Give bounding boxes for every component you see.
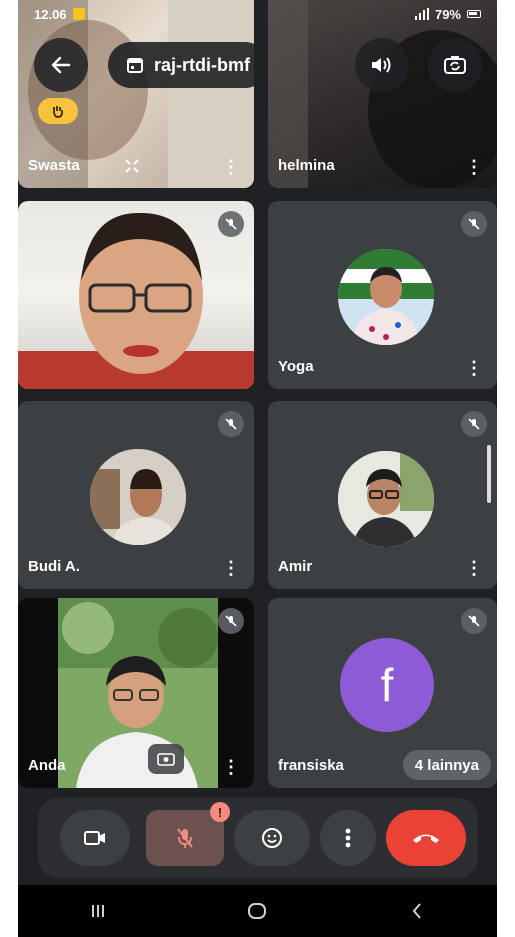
avatar-initial: f: [380, 659, 394, 711]
more-options-icon[interactable]: ⋮: [222, 758, 240, 776]
switch-camera-icon: [444, 56, 466, 74]
top-bar: raj-rtdi-bmf: [18, 38, 497, 92]
mic-off-icon: [177, 828, 193, 848]
more-vert-icon: [345, 828, 351, 848]
status-time: 12.06: [34, 6, 67, 22]
signal-icon: [414, 8, 429, 20]
home-icon: [248, 903, 267, 919]
participant-name: Anda: [28, 757, 66, 774]
muted-mic-badge: [218, 211, 244, 237]
camera-flip-icon: [157, 753, 175, 766]
participant-tile-self-preview[interactable]: [18, 201, 254, 389]
mic-off-icon: [468, 615, 480, 627]
participant-name: Yoga: [278, 358, 314, 375]
raised-hand-badge: [38, 98, 78, 124]
muted-mic-badge: [218, 608, 244, 634]
speaker-icon: [372, 57, 391, 73]
participant-name: Amir: [278, 558, 313, 575]
mic-off-icon: [468, 218, 480, 230]
muted-mic-badge: [218, 411, 244, 437]
mic-off-icon: [225, 615, 237, 627]
switch-self-camera-button[interactable]: [148, 744, 184, 774]
end-call-button[interactable]: [386, 810, 466, 866]
participant-avatar: [338, 451, 434, 547]
participant-avatar: [338, 249, 434, 345]
more-participants-chip[interactable]: 4 lainnya: [402, 750, 491, 780]
mic-off-icon: [468, 418, 480, 430]
switch-camera-button[interactable]: [428, 38, 482, 92]
more-options-icon[interactable]: ⋮: [222, 158, 240, 176]
back-nav-button[interactable]: [387, 891, 447, 931]
avatar-photo: [338, 249, 434, 345]
participant-name: helmina: [278, 157, 335, 174]
mic-toggle-button[interactable]: !: [146, 802, 230, 866]
arrow-left-icon: [51, 56, 71, 74]
battery-percent: 79%: [434, 6, 461, 22]
video-camera-icon: [84, 831, 105, 845]
meeting-code: raj-rtdi-bmf: [154, 54, 250, 75]
participant-tile-anda[interactable]: Anda ⋮: [18, 598, 254, 788]
mic-alert-badge: !: [210, 802, 230, 822]
emoji-icon: [262, 828, 282, 848]
participant-name: Budi A.: [28, 558, 80, 575]
recent-apps-button[interactable]: [68, 891, 128, 931]
participant-tile-yoga[interactable]: Yoga ⋮: [268, 201, 497, 389]
participant-avatar: f: [340, 638, 434, 732]
more-options-icon[interactable]: ⋮: [222, 559, 240, 577]
back-button[interactable]: [34, 38, 88, 92]
system-nav-bar: [18, 885, 497, 937]
scrollbar[interactable]: [487, 445, 491, 503]
avatar-photo: [338, 451, 434, 547]
avatar-photo: [90, 449, 186, 545]
more-options-icon[interactable]: ⋮: [465, 359, 483, 377]
status-bar: 12.06 79%: [18, 0, 497, 28]
reactions-button[interactable]: [234, 810, 310, 866]
participant-tile-fransiska[interactable]: f fransiska 4 lainnya: [268, 598, 497, 788]
muted-mic-badge: [461, 411, 487, 437]
muted-mic-badge: [461, 608, 487, 634]
battery-icon: [467, 10, 481, 18]
participant-avatar: [90, 449, 186, 545]
participant-name: Swasta: [28, 157, 80, 174]
phone-screen: Swasta ⋮ helmina ⋮ Yoga ⋮ Budi A. ⋮ Amir…: [18, 0, 497, 937]
mic-off-icon: [225, 218, 237, 230]
chevron-left-icon: [412, 903, 421, 919]
camera-toggle-button[interactable]: [60, 810, 130, 866]
call-controls: !: [38, 798, 478, 878]
more-options-icon[interactable]: ⋮: [465, 158, 483, 176]
hand-icon: [53, 106, 63, 118]
meeting-info-chip[interactable]: raj-rtdi-bmf: [108, 42, 268, 88]
participant-name: fransiska: [278, 757, 344, 774]
notification-icon: [72, 8, 85, 20]
mic-off-icon: [225, 418, 237, 430]
hang-up-icon: [413, 834, 439, 843]
home-button[interactable]: [227, 891, 287, 931]
pin-icon: [125, 159, 139, 173]
speaker-button[interactable]: [355, 38, 409, 92]
participant-tile-helmina[interactable]: helmina ⋮: [268, 0, 497, 188]
muted-mic-badge: [461, 211, 487, 237]
participant-tile-budi[interactable]: Budi A. ⋮: [18, 401, 254, 589]
more-options-icon[interactable]: ⋮: [465, 559, 483, 577]
recent-apps-icon: [91, 905, 104, 917]
participant-tile-swasta[interactable]: Swasta ⋮: [18, 0, 254, 188]
more-options-button[interactable]: [320, 810, 376, 866]
participant-tile-amir[interactable]: Amir ⋮: [268, 401, 497, 589]
calendar-icon: [127, 58, 143, 73]
